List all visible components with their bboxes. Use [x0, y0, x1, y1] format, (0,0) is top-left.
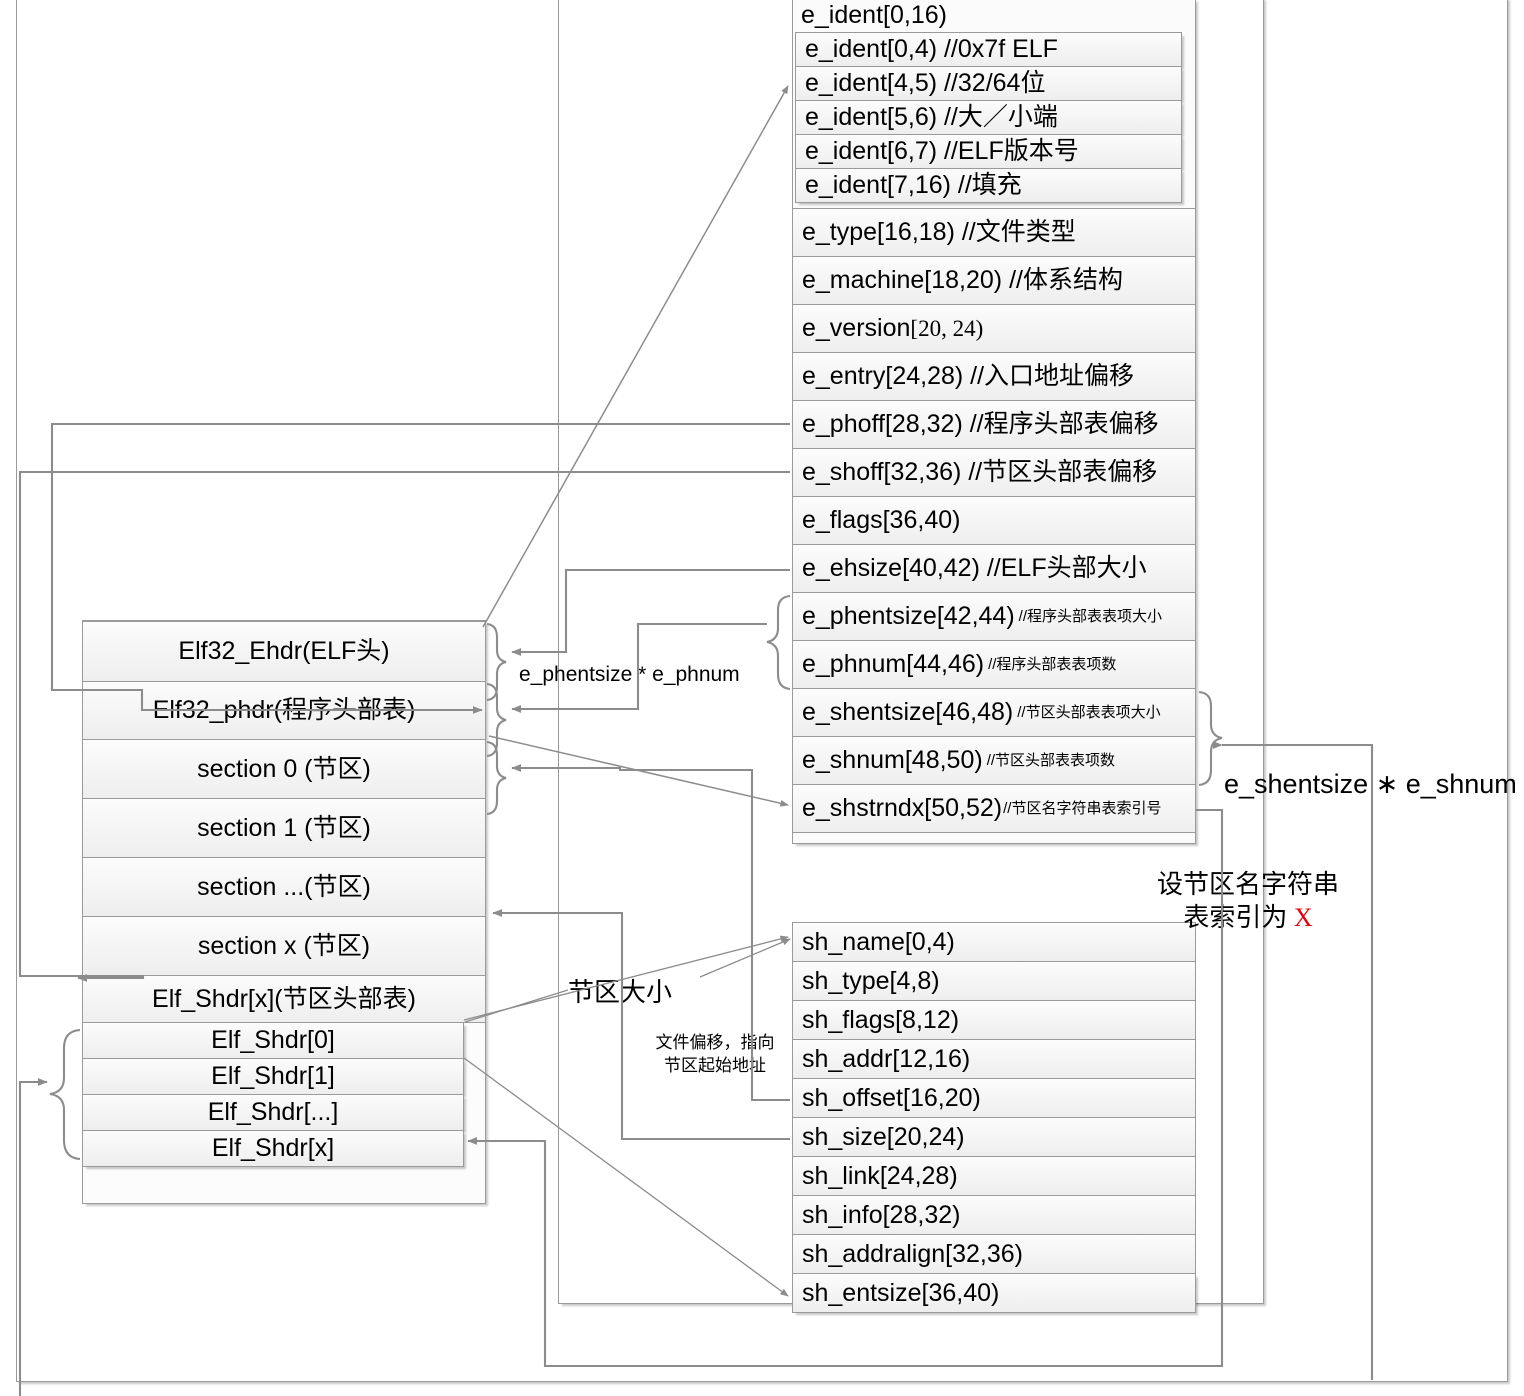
layout-row-section-x: section x (节区)	[82, 916, 486, 976]
shdr-entry-dots: Elf_Shdr[...]	[82, 1094, 464, 1131]
shdr-label: sh_type[4,8)	[802, 966, 940, 995]
shdr-row-sh_info: sh_info[28,32)	[792, 1195, 1196, 1235]
shdr-label: sh_entsize[36,40)	[802, 1278, 1000, 1307]
elf-header-label: e_ident[0,16)	[801, 0, 947, 29]
annotation-shstrndx-note: 设节区名字符串 表索引为 X	[1148, 868, 1348, 935]
elf-header-note: //节区名字符串表索引号	[1003, 800, 1162, 817]
shdr-row-sh_offset: sh_offset[16,20)	[792, 1078, 1196, 1118]
annotation-shentsize-times-shnum: e_shentsize ∗ e_shnum	[1224, 769, 1517, 799]
elf-header-label: e_shentsize[46,48)	[802, 698, 1014, 726]
layout-row-label: section x (节区)	[197, 931, 371, 960]
elf-header-note: //节区头部表表项数	[986, 752, 1116, 769]
shstrndx-note-line2: 表索引为 X	[1148, 901, 1348, 934]
e-ident-subrow-label: e_ident[6,7) //ELF版本号	[805, 137, 1079, 165]
shdr-label: sh_name[0,4)	[802, 927, 955, 956]
file-offset-line2: 节区起始地址	[664, 1055, 766, 1075]
layout-row-section-0: section 0 (节区)	[82, 739, 486, 799]
elf-header-row-e_ident-group: e_ident[0,16)	[792, 0, 1196, 32]
shdr-label: sh_info[28,32)	[802, 1200, 961, 1229]
e-ident-subrow: e_ident[5,6) //大／小端	[795, 100, 1182, 135]
elf-header-label: e_ehsize[40,42) //ELF头部大小	[802, 554, 1147, 582]
elf-header-row-e_version: e_version [20, 24)	[792, 304, 1196, 353]
layout-row-shdr-table: Elf_Shdr[x](节区头部表)	[82, 975, 486, 1023]
elf-header-label: e_shoff[32,36) //节区头部表偏移	[802, 458, 1158, 486]
shdr-row-sh_addralign: sh_addralign[32,36)	[792, 1234, 1196, 1274]
shdr-label: sh_size[20,24)	[802, 1122, 965, 1151]
layout-row-label: section ...(节区)	[197, 872, 371, 901]
shdr-label: sh_offset[16,20)	[802, 1083, 981, 1112]
elf-header-label: e_shnum[48,50)	[802, 746, 983, 774]
elf-header-row-e_shstrndx: e_shstrndx[50,52) //节区名字符串表索引号	[792, 784, 1196, 833]
shdr-entry-label: Elf_Shdr[1]	[211, 1062, 335, 1090]
elf-header-row-e_ehsize: e_ehsize[40,42) //ELF头部大小	[792, 544, 1196, 593]
shdr-row-sh_addr: sh_addr[12,16)	[792, 1039, 1196, 1079]
e-ident-subrow-label: e_ident[0,4) //0x7f ELF	[805, 35, 1058, 63]
e-ident-subrow: e_ident[4,5) //32/64位	[795, 66, 1182, 101]
shdr-row-sh_size: sh_size[20,24)	[792, 1117, 1196, 1157]
shdr-entry-1: Elf_Shdr[1]	[82, 1058, 464, 1095]
elf-header-label: e_phoff[28,32) //程序头部表偏移	[802, 410, 1159, 438]
elf-header-row-e_phentsize: e_phentsize[42,44) //程序头部表表项大小	[792, 592, 1196, 641]
annotation-section-size: 节区大小	[568, 978, 673, 1007]
layout-row-label: Elf32_Ehdr(ELF头)	[178, 637, 390, 665]
shdr-label: sh_addralign[32,36)	[802, 1239, 1023, 1268]
layout-row-label: section 1 (节区)	[197, 813, 371, 842]
shdr-row-sh_link: sh_link[24,28)	[792, 1156, 1196, 1196]
shdr-row-sh_type: sh_type[4,8)	[792, 961, 1196, 1001]
e-ident-subrow: e_ident[7,16) //填充	[795, 168, 1182, 203]
elf-header-row-e_shentsize: e_shentsize[46,48) //节区头部表表项大小	[792, 688, 1196, 737]
elf-header-row-e_flags: e_flags[36,40)	[792, 496, 1196, 545]
layout-row-label: Elf32_phdr(程序头部表)	[152, 696, 416, 724]
shstrndx-note-line1: 设节区名字符串	[1156, 870, 1339, 899]
e-ident-subrow-label: e_ident[5,6) //大／小端	[805, 103, 1058, 131]
shdr-label: sh_flags[8,12)	[802, 1005, 960, 1034]
layout-row-section-dots: section ...(节区)	[82, 857, 486, 917]
shdr-entry-0: Elf_Shdr[0]	[82, 1022, 464, 1059]
shdr-entry-x: Elf_Shdr[x]	[82, 1130, 464, 1167]
annotation-file-offset: 文件偏移，指向 节区起始地址	[650, 1032, 780, 1078]
shdr-label: sh_addr[12,16)	[802, 1044, 971, 1073]
elf-header-row-e_shoff: e_shoff[32,36) //节区头部表偏移	[792, 448, 1196, 497]
layout-row-phdr: Elf32_phdr(程序头部表)	[82, 681, 486, 740]
elf-header-label: e_flags[36,40)	[802, 506, 961, 534]
layout-row-label: Elf_Shdr[x](节区头部表)	[152, 984, 416, 1013]
e-ident-subrow: e_ident[0,4) //0x7f ELF	[795, 32, 1182, 67]
shdr-row-sh_name: sh_name[0,4)	[792, 922, 1196, 962]
elf-header-row-e_shnum: e_shnum[48,50) //节区头部表表项数	[792, 736, 1196, 785]
shdr-entry-label: Elf_Shdr[0]	[211, 1026, 335, 1054]
e-ident-subrow: e_ident[6,7) //ELF版本号	[795, 134, 1182, 169]
elf-header-row-e_machine: e_machine[18,20) //体系结构	[792, 256, 1196, 305]
elf-header-label: e_entry[24,28) //入口地址偏移	[802, 362, 1135, 390]
shdr-entry-label: Elf_Shdr[x]	[211, 1134, 335, 1162]
shdr-row-sh_flags: sh_flags[8,12)	[792, 1000, 1196, 1040]
elf-header-label: e_machine[18,20) //体系结构	[802, 266, 1123, 294]
layout-row-label: section 0 (节区)	[197, 754, 371, 783]
elf-header-note: //程序头部表表项数	[988, 656, 1117, 673]
elf-header-note: //程序头部表表项大小	[1018, 608, 1163, 625]
shstrndx-note-value: X	[1293, 903, 1313, 933]
elf-header-row-e_type: e_type[16,18) //文件类型	[792, 208, 1196, 257]
shdr-label: sh_link[24,28)	[802, 1161, 958, 1190]
elf-header-label: e_phnum[44,46)	[802, 650, 985, 678]
shstrndx-note-prefix: 表索引为	[1183, 903, 1294, 933]
elf-header-row-e_entry: e_entry[24,28) //入口地址偏移	[792, 352, 1196, 401]
annotation-phentsize-times-phnum: e_phentsize * e_phnum	[519, 663, 740, 686]
e-ident-subrow-label: e_ident[7,16) //填充	[805, 171, 1022, 199]
elf-header-note: //节区头部表表项大小	[1017, 704, 1161, 721]
elf-header-label-range: [20, 24)	[910, 315, 984, 341]
file-offset-line1: 文件偏移，指向	[655, 1033, 775, 1052]
elf-header-label: e_type[16,18) //文件类型	[802, 218, 1076, 246]
elf-header-label: e_shstrndx[50,52)	[802, 794, 1003, 822]
elf-header-label: e_phentsize[42,44)	[802, 602, 1015, 630]
e-ident-subrow-label: e_ident[4,5) //32/64位	[805, 69, 1046, 97]
diagram-canvas: e_ident[0,16) e_ident[0,4) //0x7f ELF e_…	[0, 0, 1524, 1396]
shdr-row-sh_entsize: sh_entsize[36,40)	[792, 1273, 1196, 1313]
elf-header-row-e_phoff: e_phoff[28,32) //程序头部表偏移	[792, 400, 1196, 449]
elf-header-label: e_version	[802, 314, 911, 342]
shdr-entry-label: Elf_Shdr[...]	[207, 1098, 339, 1126]
layout-row-section-1: section 1 (节区)	[82, 798, 486, 858]
layout-row-ehdr: Elf32_Ehdr(ELF头)	[82, 621, 486, 682]
elf-header-row-e_phnum: e_phnum[44,46) //程序头部表表项数	[792, 640, 1196, 689]
